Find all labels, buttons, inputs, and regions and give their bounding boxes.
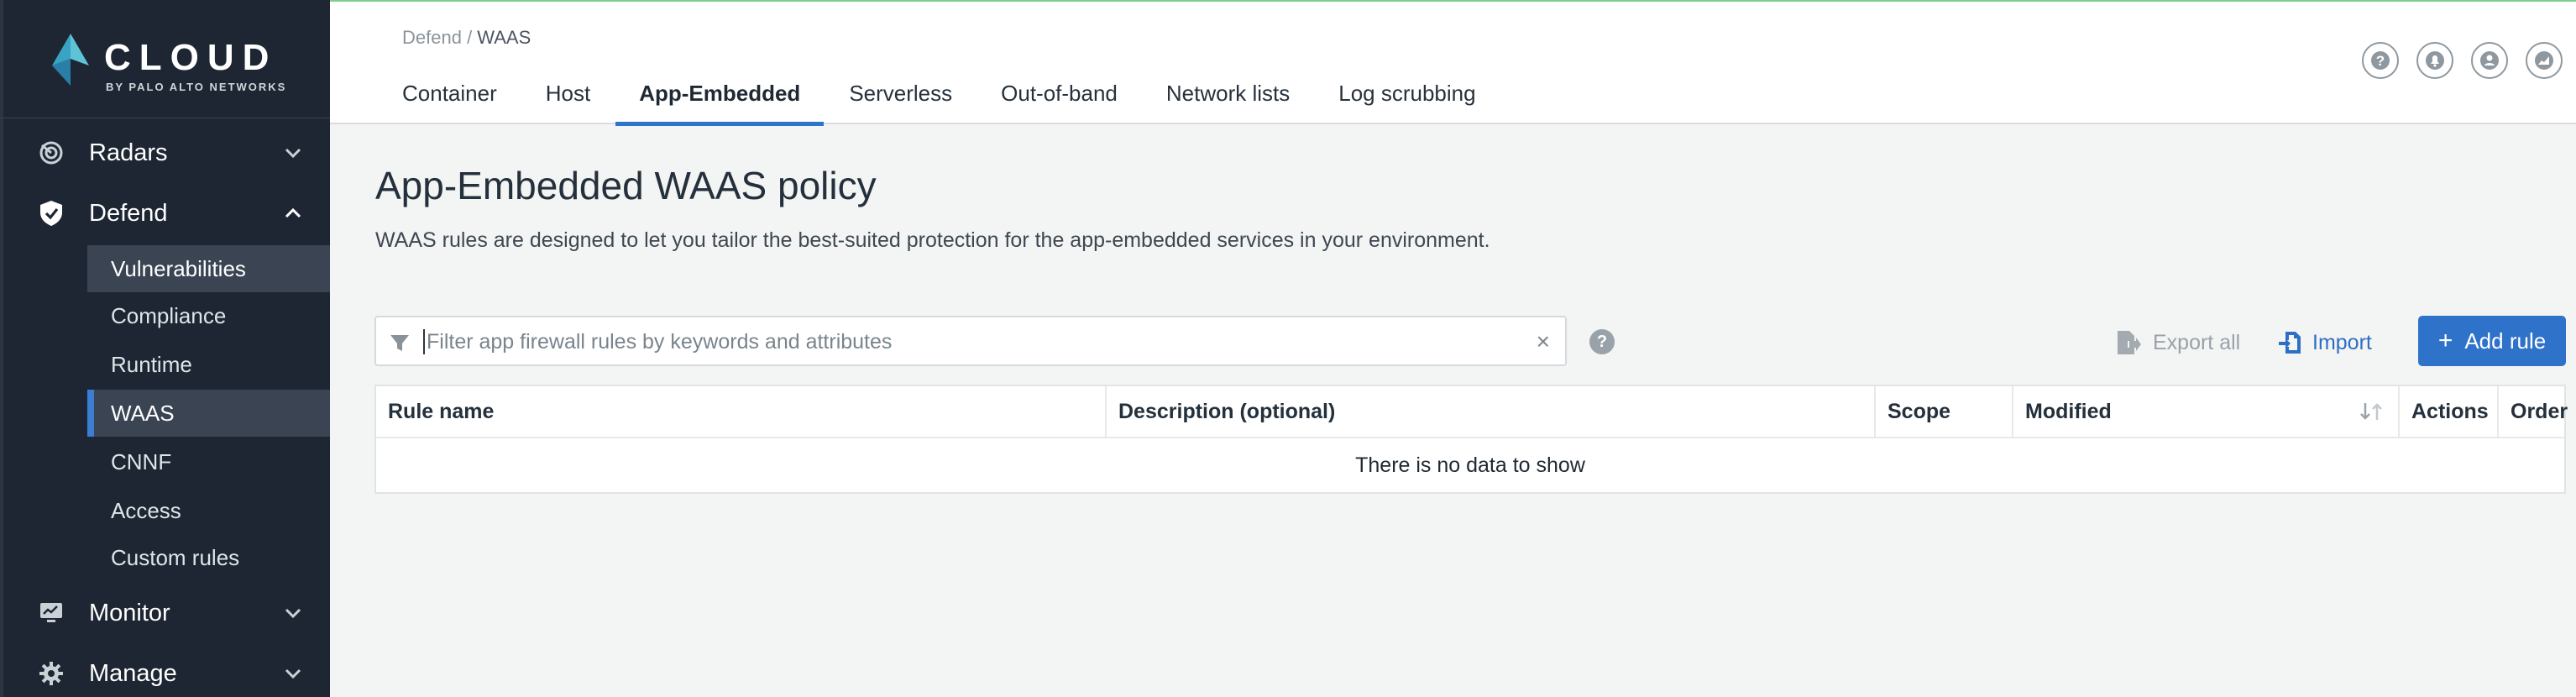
import-button[interactable]: Import — [2279, 328, 2372, 358]
page-title: App-Embedded WAAS policy — [375, 164, 877, 207]
sidebar-subitem-label: Access — [111, 497, 181, 523]
add-rule-button[interactable]: + Add rule — [2418, 316, 2566, 366]
plus-icon: + — [2437, 327, 2453, 354]
chevron-down-icon — [285, 608, 301, 619]
tab-host[interactable]: Host — [546, 81, 590, 123]
chevron-down-icon — [285, 148, 301, 159]
breadcrumb-separator: / — [461, 27, 478, 48]
svg-text:?: ? — [2376, 53, 2385, 69]
tab-out-of-band[interactable]: Out-of-band — [1001, 81, 1118, 123]
column-label: Order — [2511, 399, 2568, 423]
brand-subtitle: BY PALO ALTO NETWORKS — [106, 81, 287, 93]
import-label: Import — [2312, 330, 2372, 354]
empty-state-message: There is no data to show — [1355, 453, 1585, 477]
tab-serverless[interactable]: Serverless — [849, 81, 952, 123]
filter-help-icon[interactable]: ? — [1589, 329, 1615, 354]
column-label: Rule name — [388, 399, 495, 423]
sidebar-subitem-waas[interactable]: WAAS — [87, 390, 330, 437]
top-accent-line — [330, 0, 2576, 2]
brand-name: CLOUD — [104, 37, 278, 78]
chevron-up-icon — [285, 207, 301, 218]
sidebar-subitem-custom-rules[interactable]: Custom rules — [87, 534, 330, 581]
gear-icon — [37, 659, 65, 688]
column-header-actions: Actions — [2400, 386, 2499, 437]
sidebar-item-label: Monitor — [89, 599, 170, 626]
user-menu-button[interactable] — [2471, 42, 2508, 79]
notifications-button[interactable] — [2416, 42, 2453, 79]
breadcrumb-parent[interactable]: Defend — [402, 27, 462, 48]
export-icon — [2118, 331, 2141, 354]
brand-logo[interactable]: CLOUD BY PALO ALTO NETWORKS — [50, 32, 294, 93]
chart-icon — [2535, 51, 2553, 70]
column-header-description[interactable]: Description (optional) — [1107, 386, 1876, 437]
sidebar-subitem-cnnf[interactable]: CNNF — [87, 438, 330, 485]
chevron-down-icon — [285, 668, 301, 679]
logo-mark-icon — [52, 34, 89, 86]
column-header-modified[interactable]: Modified — [2013, 386, 2400, 437]
column-label: Description (optional) — [1118, 399, 1336, 423]
sidebar-subitem-label: Runtime — [111, 351, 192, 377]
bell-icon — [2426, 51, 2444, 70]
column-label: Modified — [2025, 399, 2112, 423]
column-header-order: Order — [2499, 386, 2568, 437]
table-header: Rule name Description (optional) Scope M… — [376, 386, 2568, 438]
sidebar-subitem-runtime[interactable]: Runtime — [87, 341, 330, 388]
analytics-button[interactable] — [2526, 42, 2563, 79]
sidebar-item-label: Defend — [89, 199, 168, 227]
sidebar-item-label: Radars — [89, 139, 168, 166]
export-all-button[interactable]: Export all — [2116, 328, 2240, 358]
sidebar-item-manage[interactable]: Manage — [0, 647, 330, 697]
sidebar-item-defend[interactable]: Defend — [0, 186, 330, 240]
add-rule-label: Add rule — [2464, 328, 2547, 354]
column-header-rule-name[interactable]: Rule name — [376, 386, 1107, 437]
sidebar-subitem-vulnerabilities[interactable]: Vulnerabilities — [87, 245, 330, 292]
sidebar-subitem-label: Custom rules — [111, 544, 240, 570]
sidebar-subitem-label: Vulnerabilities — [111, 255, 246, 281]
clear-filter-icon[interactable]: × — [1537, 329, 1550, 354]
breadcrumb-current: WAAS — [477, 27, 531, 48]
filter-icon — [390, 335, 409, 351]
breadcrumb: Defend / WAAS — [402, 27, 531, 49]
sidebar-subitem-compliance[interactable]: Compliance — [87, 292, 330, 339]
tab-network-lists[interactable]: Network lists — [1166, 81, 1290, 123]
top-header: Defend / WAAS Container Host App-Embedde… — [330, 0, 2576, 126]
sidebar-subitem-label: Compliance — [111, 302, 227, 328]
radar-icon — [37, 139, 65, 167]
user-icon — [2480, 51, 2499, 70]
sidebar: CLOUD BY PALO ALTO NETWORKS Radars Defen… — [0, 0, 330, 697]
monitor-icon — [37, 599, 65, 627]
sidebar-subitem-label: CNNF — [111, 448, 172, 474]
rules-filter: × — [374, 316, 1567, 366]
tab-log-scrubbing[interactable]: Log scrubbing — [1338, 81, 1475, 123]
column-label: Scope — [1887, 399, 1951, 423]
question-icon: ? — [2371, 51, 2390, 70]
text-cursor — [423, 329, 425, 354]
tab-app-embedded[interactable]: App-Embedded — [615, 81, 825, 126]
sort-icon[interactable] — [2358, 400, 2386, 423]
sidebar-item-label: Manage — [89, 659, 177, 687]
sidebar-item-radars[interactable]: Radars — [0, 126, 330, 180]
sidebar-subitem-label: WAAS — [111, 400, 175, 426]
rules-table: Rule name Description (optional) Scope M… — [374, 385, 2568, 494]
sidebar-subitem-access[interactable]: Access — [87, 487, 330, 534]
tab-container[interactable]: Container — [402, 81, 497, 123]
help-button[interactable]: ? — [2362, 42, 2399, 79]
import-icon — [2279, 332, 2301, 354]
sidebar-item-monitor[interactable]: Monitor — [0, 586, 330, 640]
header-icon-group: ? — [2362, 42, 2563, 79]
filter-input[interactable] — [427, 326, 1484, 358]
column-header-scope[interactable]: Scope — [1876, 386, 2013, 437]
shield-icon — [37, 199, 65, 228]
export-all-label: Export all — [2153, 330, 2241, 354]
column-label: Actions — [2411, 399, 2489, 423]
page-description: WAAS rules are designed to let you tailo… — [375, 228, 1490, 252]
tab-bar: Container Host App-Embedded Serverless O… — [402, 81, 1525, 126]
